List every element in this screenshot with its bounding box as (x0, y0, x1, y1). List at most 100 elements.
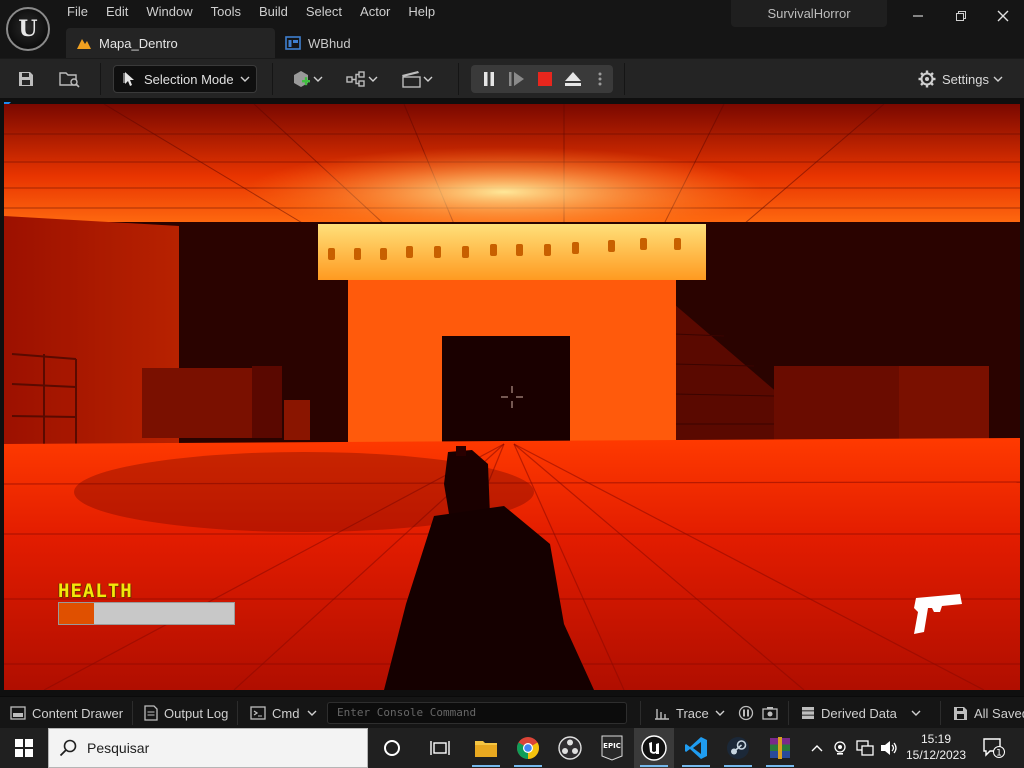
project-name: SurvivalHorror (731, 0, 887, 27)
taskbar-clock[interactable]: 15:19 15/12/2023 (902, 731, 970, 763)
source-control-icon (738, 705, 754, 721)
output-log-label: Output Log (164, 705, 229, 721)
menu-help[interactable]: Help (399, 0, 444, 24)
menu-edit[interactable]: Edit (97, 0, 137, 24)
taskbar-search[interactable]: Pesquisar (48, 728, 368, 768)
start-button[interactable] (0, 728, 48, 768)
restore-button[interactable] (941, 2, 981, 30)
cmd-label: Cmd (272, 705, 300, 721)
content-drawer-button[interactable]: Content Drawer (10, 697, 123, 729)
unreal-logo-icon[interactable]: U (6, 7, 50, 51)
minimize-button[interactable] (898, 2, 938, 30)
trace-dropdown[interactable]: Trace (654, 697, 731, 729)
winrar-icon (770, 737, 790, 759)
blueprints-button[interactable] (342, 65, 382, 93)
health-hud: HEALTH (58, 580, 235, 625)
notification-center-button[interactable]: 1 (980, 728, 1008, 768)
chevron-down-icon (993, 76, 1003, 82)
search-icon (59, 739, 77, 757)
main-menu: File Edit Window Tools Build Select Acto… (58, 0, 444, 24)
health-bar-fill (59, 603, 94, 624)
taskbar-file-explorer[interactable] (466, 728, 506, 768)
taskbar-obs[interactable] (550, 728, 590, 768)
level-viewport[interactable]: HEALTH (4, 104, 1020, 690)
chevron-down-icon (423, 76, 433, 82)
console-command-input[interactable]: Enter Console Command (327, 702, 627, 724)
menu-tools[interactable]: Tools (202, 0, 250, 24)
cinematics-button[interactable] (397, 65, 437, 93)
chevron-down-icon (715, 710, 725, 716)
task-view-button[interactable] (420, 728, 460, 768)
menu-build[interactable]: Build (250, 0, 297, 24)
taskbar-unreal-editor[interactable] (634, 728, 674, 768)
taskbar-chrome[interactable] (508, 728, 548, 768)
toolbar-divider (624, 63, 625, 95)
menu-window[interactable]: Window (137, 0, 201, 24)
level-icon (77, 39, 91, 49)
step-frame-button[interactable] (505, 65, 529, 93)
settings-label: Settings (942, 71, 989, 87)
widget-blueprint-icon (285, 36, 301, 50)
play-options-button[interactable] (591, 65, 609, 93)
show-hidden-icons-button[interactable] (808, 728, 826, 768)
taskbar-steam[interactable] (718, 728, 758, 768)
eject-button[interactable] (561, 65, 585, 93)
settings-dropdown[interactable]: Settings (918, 65, 1008, 93)
tab-wbhud[interactable]: WBhud (283, 28, 393, 58)
close-button[interactable] (983, 2, 1023, 30)
chevron-up-icon (811, 745, 823, 752)
pause-button[interactable] (477, 65, 501, 93)
derived-data-dropdown[interactable]: Derived Data (801, 697, 927, 729)
cortana-button[interactable] (372, 728, 412, 768)
taskbar-vscode[interactable] (676, 728, 716, 768)
trace-label: Trace (676, 705, 709, 721)
taskbar-epic-games[interactable]: EPIC (592, 728, 632, 768)
tab-label: Mapa_Dentro (99, 35, 178, 51)
toolbar-divider (272, 63, 273, 95)
selection-mode-dropdown[interactable]: Selection Mode (113, 65, 257, 93)
stop-button[interactable] (533, 65, 557, 93)
step-forward-icon (509, 72, 524, 86)
status-divider (640, 701, 641, 725)
derived-data-icon (802, 707, 814, 719)
cortana-icon (384, 740, 400, 756)
close-icon (997, 10, 1009, 22)
chevron-down-icon (911, 710, 921, 716)
record-button[interactable] (762, 697, 784, 729)
stop-icon (538, 72, 552, 86)
unreal-engine-icon (641, 735, 667, 761)
menu-actor[interactable]: Actor (351, 0, 399, 24)
source-control-button[interactable] (738, 697, 760, 729)
menu-file[interactable]: File (58, 0, 97, 24)
save-all-icon (954, 707, 967, 720)
all-saved-label: All Saved (974, 705, 1024, 721)
health-label: HEALTH (58, 580, 133, 602)
add-actor-icon (294, 71, 310, 87)
minimize-icon (913, 15, 923, 17)
tab-label: WBhud (308, 35, 351, 51)
camera-icon (762, 707, 778, 720)
trace-icon (655, 709, 669, 720)
add-actor-button[interactable] (287, 65, 327, 93)
taskbar-winrar[interactable] (760, 728, 800, 768)
cmd-dropdown[interactable]: Cmd (250, 697, 323, 729)
output-log-button[interactable]: Output Log (144, 697, 228, 729)
folder-icon (475, 741, 497, 757)
status-divider (940, 701, 941, 725)
vscode-icon (685, 737, 707, 759)
tray-volume[interactable] (878, 728, 900, 768)
chrome-icon (517, 737, 539, 759)
save-icon (19, 72, 33, 86)
clock-date: 15/12/2023 (905, 748, 967, 762)
toolbar-divider (458, 63, 459, 95)
eject-icon (565, 72, 581, 86)
tray-webcam[interactable] (830, 728, 852, 768)
all-saved-button[interactable]: All Saved (952, 697, 1024, 729)
save-button[interactable] (14, 65, 38, 93)
terminal-icon (250, 706, 266, 720)
restore-icon (956, 11, 966, 21)
menu-select[interactable]: Select (297, 0, 351, 24)
tab-mapa-dentro[interactable]: Mapa_Dentro (66, 28, 275, 58)
browse-button[interactable] (57, 65, 83, 93)
tray-network[interactable] (854, 728, 876, 768)
